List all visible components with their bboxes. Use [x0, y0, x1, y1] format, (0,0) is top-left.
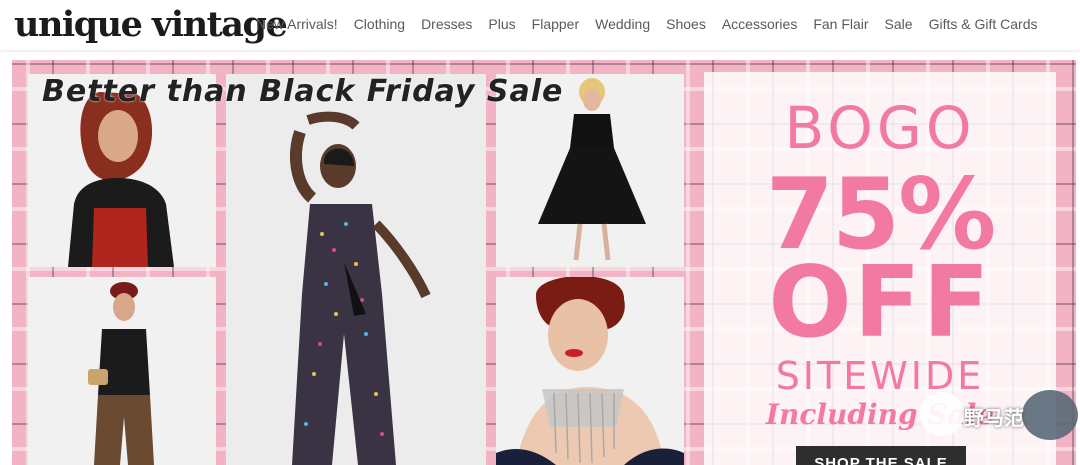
wechat-icon	[920, 392, 964, 436]
nav-gifts[interactable]: Gifts & Gift Cards	[921, 16, 1046, 32]
nav-accessories[interactable]: Accessories	[714, 16, 805, 32]
photo-rhinestone-collar[interactable]	[496, 277, 684, 465]
site-logo[interactable]: unique vintage	[14, 4, 288, 45]
nav-clothing[interactable]: Clothing	[346, 16, 413, 32]
photo-sequin-jumpsuit[interactable]	[226, 74, 486, 465]
nav-sale[interactable]: Sale	[877, 16, 921, 32]
promo-off: OFF	[768, 246, 992, 360]
promo-bogo: BOGO	[784, 94, 976, 162]
nav-fan-flair[interactable]: Fan Flair	[805, 16, 876, 32]
nav-plus[interactable]: Plus	[480, 16, 523, 32]
site-header: unique vintage New Arrivals! Clothing Dr…	[0, 0, 1080, 50]
watermark: 野马范	[912, 390, 1080, 442]
promo-headline: Better than Black Friday Sale	[42, 74, 564, 109]
nav-shoes[interactable]: Shoes	[658, 16, 714, 32]
watermark-text: 野马范	[964, 406, 1024, 430]
avatar	[1022, 390, 1078, 440]
nav-wedding[interactable]: Wedding	[587, 16, 658, 32]
shop-the-sale-button[interactable]: SHOP THE SALE	[796, 446, 966, 465]
nav-new-arrivals[interactable]: New Arrivals!	[248, 16, 346, 32]
main-nav: New Arrivals! Clothing Dresses Plus Flap…	[248, 16, 1046, 32]
nav-flapper[interactable]: Flapper	[524, 16, 587, 32]
nav-dresses[interactable]: Dresses	[413, 16, 480, 32]
photo-plaid-pants[interactable]	[28, 277, 216, 465]
